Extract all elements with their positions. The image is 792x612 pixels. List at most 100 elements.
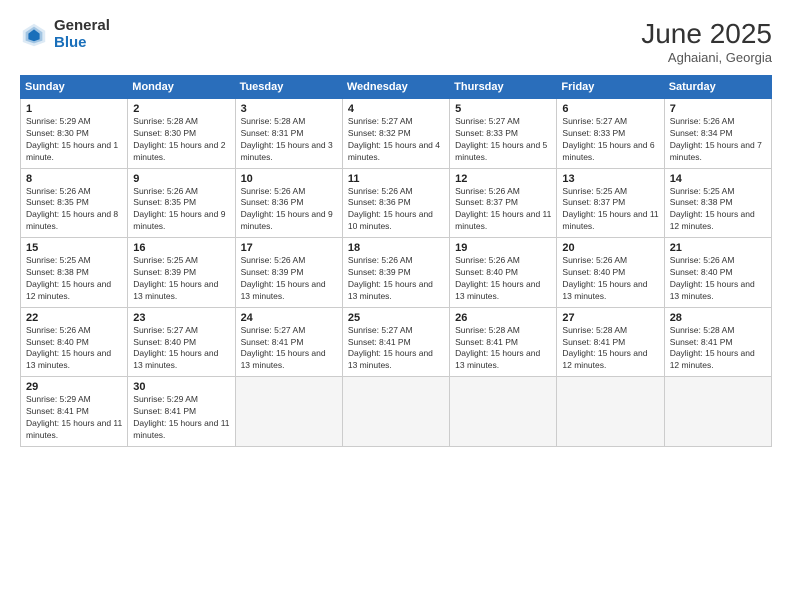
calendar-day-cell: 5Sunrise: 5:27 AMSunset: 8:33 PMDaylight… (450, 99, 557, 169)
calendar-day-cell: 23Sunrise: 5:27 AMSunset: 8:40 PMDayligh… (128, 307, 235, 377)
calendar-day-cell: 12Sunrise: 5:26 AMSunset: 8:37 PMDayligh… (450, 168, 557, 238)
calendar-day-cell (235, 377, 342, 447)
day-detail: Sunrise: 5:26 AMSunset: 8:40 PMDaylight:… (26, 325, 122, 373)
header-cell-monday: Monday (128, 76, 235, 99)
calendar-day-cell: 18Sunrise: 5:26 AMSunset: 8:39 PMDayligh… (342, 238, 449, 308)
day-number: 19 (455, 242, 551, 254)
calendar-day-cell: 8Sunrise: 5:26 AMSunset: 8:35 PMDaylight… (21, 168, 128, 238)
calendar-week-row: 8Sunrise: 5:26 AMSunset: 8:35 PMDaylight… (21, 168, 772, 238)
day-number: 7 (670, 103, 766, 115)
calendar-day-cell: 21Sunrise: 5:26 AMSunset: 8:40 PMDayligh… (664, 238, 771, 308)
calendar-day-cell: 4Sunrise: 5:27 AMSunset: 8:32 PMDaylight… (342, 99, 449, 169)
day-detail: Sunrise: 5:26 AMSunset: 8:40 PMDaylight:… (670, 255, 766, 303)
calendar-day-cell (450, 377, 557, 447)
day-number: 26 (455, 312, 551, 324)
day-detail: Sunrise: 5:28 AMSunset: 8:30 PMDaylight:… (133, 116, 229, 164)
page: General Blue June 2025 Aghaiani, Georgia… (0, 0, 792, 612)
day-detail: Sunrise: 5:27 AMSunset: 8:32 PMDaylight:… (348, 116, 444, 164)
day-number: 25 (348, 312, 444, 324)
calendar-day-cell: 3Sunrise: 5:28 AMSunset: 8:31 PMDaylight… (235, 99, 342, 169)
day-number: 28 (670, 312, 766, 324)
calendar-day-cell: 28Sunrise: 5:28 AMSunset: 8:41 PMDayligh… (664, 307, 771, 377)
logo-text: General Blue (54, 18, 110, 51)
calendar-day-cell: 2Sunrise: 5:28 AMSunset: 8:30 PMDaylight… (128, 99, 235, 169)
calendar-day-cell: 27Sunrise: 5:28 AMSunset: 8:41 PMDayligh… (557, 307, 664, 377)
calendar-day-cell: 19Sunrise: 5:26 AMSunset: 8:40 PMDayligh… (450, 238, 557, 308)
header-cell-sunday: Sunday (21, 76, 128, 99)
calendar-day-cell: 29Sunrise: 5:29 AMSunset: 8:41 PMDayligh… (21, 377, 128, 447)
day-number: 30 (133, 381, 229, 393)
day-number: 22 (26, 312, 122, 324)
day-detail: Sunrise: 5:26 AMSunset: 8:34 PMDaylight:… (670, 116, 766, 164)
day-detail: Sunrise: 5:29 AMSunset: 8:41 PMDaylight:… (133, 394, 229, 442)
calendar-day-cell: 16Sunrise: 5:25 AMSunset: 8:39 PMDayligh… (128, 238, 235, 308)
day-number: 6 (562, 103, 658, 115)
day-number: 5 (455, 103, 551, 115)
calendar-day-cell (557, 377, 664, 447)
calendar-day-cell: 17Sunrise: 5:26 AMSunset: 8:39 PMDayligh… (235, 238, 342, 308)
day-number: 11 (348, 173, 444, 185)
day-number: 12 (455, 173, 551, 185)
calendar-day-cell: 1Sunrise: 5:29 AMSunset: 8:30 PMDaylight… (21, 99, 128, 169)
logo-general: General (54, 17, 110, 34)
day-detail: Sunrise: 5:26 AMSunset: 8:35 PMDaylight:… (26, 186, 122, 234)
logo: General Blue (20, 18, 110, 51)
day-number: 17 (241, 242, 337, 254)
logo-blue: Blue (54, 34, 87, 51)
day-detail: Sunrise: 5:27 AMSunset: 8:33 PMDaylight:… (562, 116, 658, 164)
day-detail: Sunrise: 5:27 AMSunset: 8:41 PMDaylight:… (241, 325, 337, 373)
day-number: 10 (241, 173, 337, 185)
calendar-table: SundayMondayTuesdayWednesdayThursdayFrid… (20, 75, 772, 447)
day-detail: Sunrise: 5:26 AMSunset: 8:37 PMDaylight:… (455, 186, 551, 234)
calendar-day-cell: 22Sunrise: 5:26 AMSunset: 8:40 PMDayligh… (21, 307, 128, 377)
day-detail: Sunrise: 5:25 AMSunset: 8:39 PMDaylight:… (133, 255, 229, 303)
day-detail: Sunrise: 5:27 AMSunset: 8:33 PMDaylight:… (455, 116, 551, 164)
header: General Blue June 2025 Aghaiani, Georgia (20, 18, 772, 65)
title-month: June 2025 (641, 18, 772, 50)
day-number: 18 (348, 242, 444, 254)
day-detail: Sunrise: 5:28 AMSunset: 8:41 PMDaylight:… (455, 325, 551, 373)
day-detail: Sunrise: 5:25 AMSunset: 8:38 PMDaylight:… (26, 255, 122, 303)
day-detail: Sunrise: 5:28 AMSunset: 8:31 PMDaylight:… (241, 116, 337, 164)
day-detail: Sunrise: 5:27 AMSunset: 8:41 PMDaylight:… (348, 325, 444, 373)
logo-icon (20, 21, 48, 49)
calendar-day-cell (664, 377, 771, 447)
header-cell-thursday: Thursday (450, 76, 557, 99)
day-detail: Sunrise: 5:26 AMSunset: 8:35 PMDaylight:… (133, 186, 229, 234)
title-block: June 2025 Aghaiani, Georgia (641, 18, 772, 65)
day-detail: Sunrise: 5:26 AMSunset: 8:39 PMDaylight:… (348, 255, 444, 303)
day-number: 1 (26, 103, 122, 115)
day-detail: Sunrise: 5:25 AMSunset: 8:37 PMDaylight:… (562, 186, 658, 234)
header-cell-wednesday: Wednesday (342, 76, 449, 99)
day-detail: Sunrise: 5:26 AMSunset: 8:40 PMDaylight:… (562, 255, 658, 303)
calendar-week-row: 1Sunrise: 5:29 AMSunset: 8:30 PMDaylight… (21, 99, 772, 169)
day-number: 29 (26, 381, 122, 393)
day-detail: Sunrise: 5:25 AMSunset: 8:38 PMDaylight:… (670, 186, 766, 234)
day-detail: Sunrise: 5:29 AMSunset: 8:41 PMDaylight:… (26, 394, 122, 442)
calendar-week-row: 22Sunrise: 5:26 AMSunset: 8:40 PMDayligh… (21, 307, 772, 377)
calendar-day-cell: 11Sunrise: 5:26 AMSunset: 8:36 PMDayligh… (342, 168, 449, 238)
title-location: Aghaiani, Georgia (641, 50, 772, 65)
calendar-week-row: 29Sunrise: 5:29 AMSunset: 8:41 PMDayligh… (21, 377, 772, 447)
calendar-day-cell: 14Sunrise: 5:25 AMSunset: 8:38 PMDayligh… (664, 168, 771, 238)
day-number: 2 (133, 103, 229, 115)
header-cell-saturday: Saturday (664, 76, 771, 99)
day-number: 20 (562, 242, 658, 254)
day-detail: Sunrise: 5:29 AMSunset: 8:30 PMDaylight:… (26, 116, 122, 164)
calendar-day-cell: 9Sunrise: 5:26 AMSunset: 8:35 PMDaylight… (128, 168, 235, 238)
day-detail: Sunrise: 5:26 AMSunset: 8:36 PMDaylight:… (241, 186, 337, 234)
calendar-day-cell: 20Sunrise: 5:26 AMSunset: 8:40 PMDayligh… (557, 238, 664, 308)
day-number: 9 (133, 173, 229, 185)
day-number: 13 (562, 173, 658, 185)
day-number: 27 (562, 312, 658, 324)
calendar-day-cell: 6Sunrise: 5:27 AMSunset: 8:33 PMDaylight… (557, 99, 664, 169)
calendar-day-cell: 24Sunrise: 5:27 AMSunset: 8:41 PMDayligh… (235, 307, 342, 377)
day-number: 4 (348, 103, 444, 115)
calendar-day-cell: 15Sunrise: 5:25 AMSunset: 8:38 PMDayligh… (21, 238, 128, 308)
day-number: 14 (670, 173, 766, 185)
day-number: 16 (133, 242, 229, 254)
day-detail: Sunrise: 5:28 AMSunset: 8:41 PMDaylight:… (562, 325, 658, 373)
header-cell-friday: Friday (557, 76, 664, 99)
day-number: 24 (241, 312, 337, 324)
day-number: 8 (26, 173, 122, 185)
